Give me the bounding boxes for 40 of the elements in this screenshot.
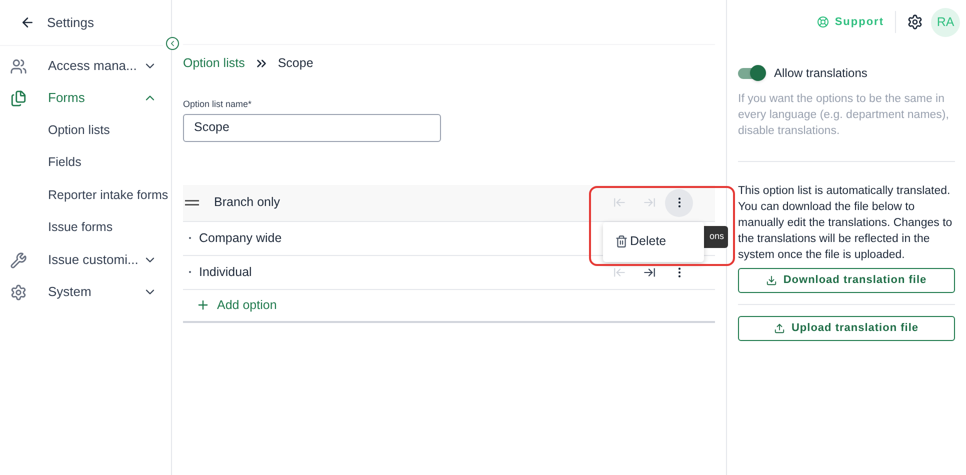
sidebar-item[interactable]: Access mana... (0, 50, 171, 82)
upload-icon (774, 323, 786, 334)
drag-handle-icon[interactable] (185, 200, 199, 206)
sidebar-subitem[interactable]: Reporter intake forms (0, 179, 171, 212)
add-option-button[interactable]: Add option (183, 290, 715, 322)
breadcrumb-link[interactable]: Option lists (183, 54, 245, 72)
translations-info: This option list is automatically translated. You can download the file below to manually edit the translations. Changes to the translations will be reflected in the system once the file is uploaded. (738, 184, 954, 263)
sidebar-item[interactable]: Issue customi... (0, 244, 171, 276)
document-icon (10, 90, 27, 106)
option-label: Branch only (214, 194, 280, 212)
sidebar-subitem[interactable]: Issue forms (0, 212, 171, 244)
sidebar-item[interactable]: Forms (0, 82, 171, 114)
download-icon (766, 275, 778, 286)
settings-icon[interactable] (907, 14, 923, 30)
translations-toggle[interactable] (738, 68, 764, 78)
gear-icon (10, 284, 27, 300)
translations-hint: If you want the options to be the same in every language (e.g. department names), disable translations. (738, 92, 950, 139)
chevron-left-icon (168, 39, 177, 48)
breadcrumb-current: Scope (278, 54, 314, 72)
option-label: Individual (199, 264, 252, 281)
plus-icon (196, 298, 210, 312)
settings-title: Settings (47, 14, 94, 32)
sidebar-subitem[interactable]: Fields (0, 146, 171, 179)
wrench-icon (10, 252, 27, 268)
indent-icon[interactable] (643, 266, 656, 278)
users-icon (10, 58, 27, 74)
sidebar-item[interactable]: System (0, 276, 171, 308)
toggle-label: Allow translations (774, 65, 868, 82)
trash-icon (615, 235, 628, 248)
option-label: Company wide (199, 230, 282, 247)
back-icon[interactable] (20, 15, 35, 30)
lifebuoy-icon (816, 16, 829, 28)
delete-menu-item[interactable]: Delete (615, 232, 666, 251)
name-field[interactable]: Scope (183, 114, 441, 142)
download-button[interactable]: Download translation file (738, 268, 955, 293)
upload-button[interactable]: Upload translation file (738, 316, 955, 341)
collapse-button[interactable] (166, 37, 179, 50)
field-label: Option list name* (183, 98, 253, 111)
outdent-icon[interactable] (613, 266, 626, 278)
sidebar-subitem[interactable]: Option lists (0, 114, 171, 146)
